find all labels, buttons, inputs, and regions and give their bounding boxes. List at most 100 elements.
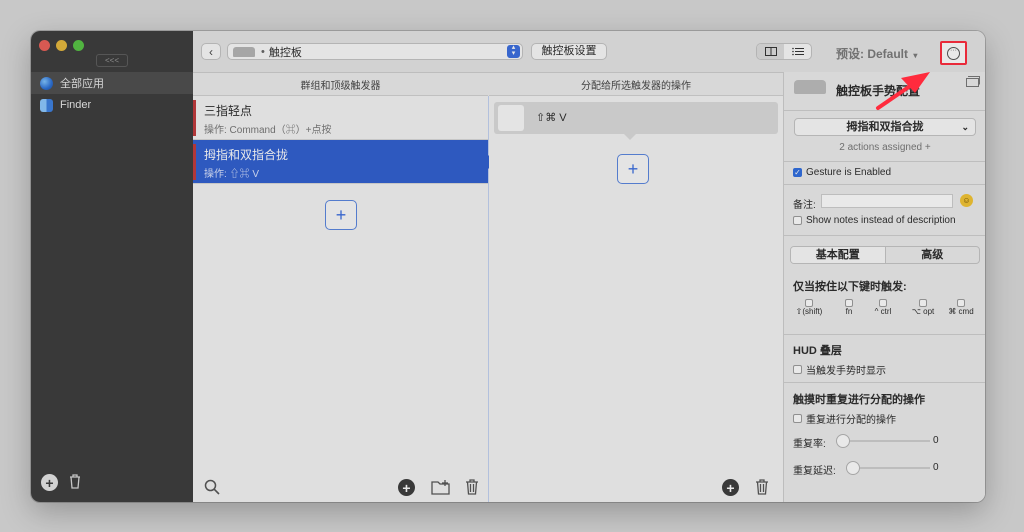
dot-icon: • xyxy=(261,45,265,58)
gesture-enabled-checkbox[interactable]: ✓ Gesture is Enabled xyxy=(793,167,891,178)
chevron-updown-icon: ▴ ▾ xyxy=(507,44,520,58)
action-pointer xyxy=(624,134,636,140)
trash-icon[interactable] xyxy=(755,478,769,498)
notes-input[interactable] xyxy=(821,194,953,208)
app-window: <<< 全部应用 Finder + ‹ • 触控板 ▴ ▾ 触控板设置 预设: … xyxy=(31,31,985,502)
trigger-name: 拇指和双指合拢 xyxy=(204,148,289,162)
ellipsis-circle-icon: ··· xyxy=(947,46,960,60)
actions-list: ⇧⌘ V + xyxy=(489,96,783,472)
repeat-heading: 触摸时重复进行分配的操作 xyxy=(793,394,925,406)
preset-label: 预设: Default xyxy=(836,47,909,61)
toolbar: ‹ • 触控板 ▴ ▾ 触控板设置 预设: Default ▾ ··· xyxy=(193,31,985,73)
add-app-button[interactable]: + xyxy=(41,474,58,491)
action-icon-placeholder xyxy=(498,105,524,131)
trackpad-icon xyxy=(233,46,255,57)
search-icon[interactable] xyxy=(204,479,220,498)
divider xyxy=(784,161,985,162)
modifier-ctrl[interactable]: ^ ctrl xyxy=(866,298,900,316)
gesture-select-label: 拇指和双指合拢 xyxy=(846,121,924,133)
assigned-count[interactable]: 2 actions assigned + xyxy=(784,142,985,153)
checkbox-icon xyxy=(805,298,813,307)
add-trigger-button[interactable]: + xyxy=(325,200,357,230)
tab-advanced[interactable]: 高级 xyxy=(886,247,980,263)
device-select[interactable]: • 触控板 ▴ ▾ xyxy=(227,43,523,60)
trash-icon[interactable] xyxy=(465,478,479,498)
triggers-header: 群组和顶级触发器 xyxy=(193,73,488,96)
modifier-fn[interactable]: fn xyxy=(832,298,866,316)
modifier-opt[interactable]: ⌥ opt xyxy=(906,298,940,316)
sidebar: <<< 全部应用 Finder + xyxy=(31,31,193,502)
repeat-rate-slider[interactable] xyxy=(836,440,930,442)
action-row[interactable]: ⇧⌘ V xyxy=(494,102,778,140)
folder-add-icon[interactable] xyxy=(431,479,451,498)
preset-selector[interactable]: 预设: Default ▾ xyxy=(836,45,917,62)
trigger-indicator xyxy=(193,100,196,136)
divider xyxy=(784,235,985,236)
repeat-rate-value: 0 xyxy=(933,435,939,446)
sidebar-item-all-apps[interactable]: 全部应用 xyxy=(31,72,193,94)
caret-down-icon: ▾ xyxy=(913,51,918,60)
trigger-row-thumb-pinch[interactable]: 拇指和双指合拢 操作: ⇧⌘ V xyxy=(193,140,495,184)
triggers-list: 三指轻点 操作: Command（⌘）+点按 拇指和双指合拢 操作: ⇧⌘ V … xyxy=(193,96,495,472)
trash-icon[interactable] xyxy=(68,473,82,492)
checkbox-icon xyxy=(793,414,802,423)
notes-label: 备注: xyxy=(793,200,816,211)
repeat-rate-knob[interactable] xyxy=(836,434,850,448)
add-action-button[interactable]: + xyxy=(617,154,649,184)
modifier-shift[interactable]: ⇧(shift) xyxy=(792,298,826,316)
checkbox-icon xyxy=(845,298,853,307)
back-button[interactable]: ‹ xyxy=(201,43,221,60)
trigger-action: 操作: ⇧⌘ V xyxy=(204,169,260,180)
trackpad-settings-button[interactable]: 触控板设置 xyxy=(531,43,607,60)
collapse-sidebar-button[interactable]: <<< xyxy=(96,54,128,67)
gesture-enabled-label: Gesture is Enabled xyxy=(806,167,892,178)
show-notes-checkbox[interactable]: Show notes instead of description xyxy=(793,215,956,226)
minimize-window-button[interactable] xyxy=(56,40,67,51)
column-view-icon[interactable] xyxy=(757,44,784,59)
trackpad-icon xyxy=(794,80,826,94)
main-area: ‹ • 触控板 ▴ ▾ 触控板设置 预设: Default ▾ ··· 群组和顶… xyxy=(193,31,985,502)
triggers-footer: + xyxy=(193,472,489,502)
checkbox-icon xyxy=(919,298,927,307)
gesture-select[interactable]: 拇指和双指合拢 ⌄ xyxy=(794,118,976,136)
inspector-panel: 触控板手势配置 拇指和双指合拢 ⌄ 2 actions assigned + ✓… xyxy=(783,72,985,502)
trigger-action: 操作: Command（⌘）+点按 xyxy=(204,125,332,136)
chevron-down-icon: ⌄ xyxy=(961,122,969,132)
repeat-option-label: 重复进行分配的操作 xyxy=(806,415,896,426)
modifier-label: fn xyxy=(845,307,853,316)
divider xyxy=(784,110,985,111)
trigger-row-three-finger-tap[interactable]: 三指轻点 操作: Command（⌘）+点按 xyxy=(193,96,488,140)
trigger-indicator xyxy=(193,144,196,180)
modifier-label: ⌥ opt xyxy=(911,307,935,316)
zoom-window-button[interactable] xyxy=(73,40,84,51)
checkbox-icon xyxy=(879,298,887,307)
emoji-icon[interactable]: ☺ xyxy=(960,194,973,207)
add-trigger-footer-button[interactable]: + xyxy=(398,479,415,496)
divider xyxy=(784,334,985,335)
globe-icon xyxy=(40,76,53,90)
repeat-checkbox[interactable]: 重复进行分配的操作 xyxy=(793,411,896,426)
actions-footer: + xyxy=(489,472,783,502)
list-view-icon[interactable] xyxy=(784,44,811,59)
inspector-title: 触控板手势配置 xyxy=(836,84,921,98)
show-notes-label: Show notes instead of description xyxy=(806,215,956,226)
config-tabs: 基本配置 高级 xyxy=(790,246,980,264)
modifier-label: ⌘ cmd xyxy=(948,307,974,316)
sidebar-footer: + xyxy=(41,473,82,492)
finder-icon xyxy=(40,98,53,112)
window-layout-icon[interactable] xyxy=(966,76,980,90)
repeat-delay-knob[interactable] xyxy=(846,461,860,475)
close-window-button[interactable] xyxy=(39,40,50,51)
more-options-button[interactable]: ··· xyxy=(940,41,967,65)
divider xyxy=(784,184,985,185)
trigger-name: 三指轻点 xyxy=(204,104,253,118)
modifier-checkboxes: ⇧(shift) fn ^ ctrl ⌥ opt ⌘ cmd xyxy=(792,298,980,326)
hud-checkbox[interactable]: 当触发手势时显示 xyxy=(793,362,886,377)
repeat-rate-label: 重复率: xyxy=(793,439,826,450)
add-action-footer-button[interactable]: + xyxy=(722,479,739,496)
tab-basic[interactable]: 基本配置 xyxy=(791,247,886,263)
checkbox-icon xyxy=(957,298,965,307)
modifier-cmd[interactable]: ⌘ cmd xyxy=(944,298,978,316)
sidebar-item-finder[interactable]: Finder xyxy=(31,94,193,116)
divider xyxy=(784,382,985,383)
